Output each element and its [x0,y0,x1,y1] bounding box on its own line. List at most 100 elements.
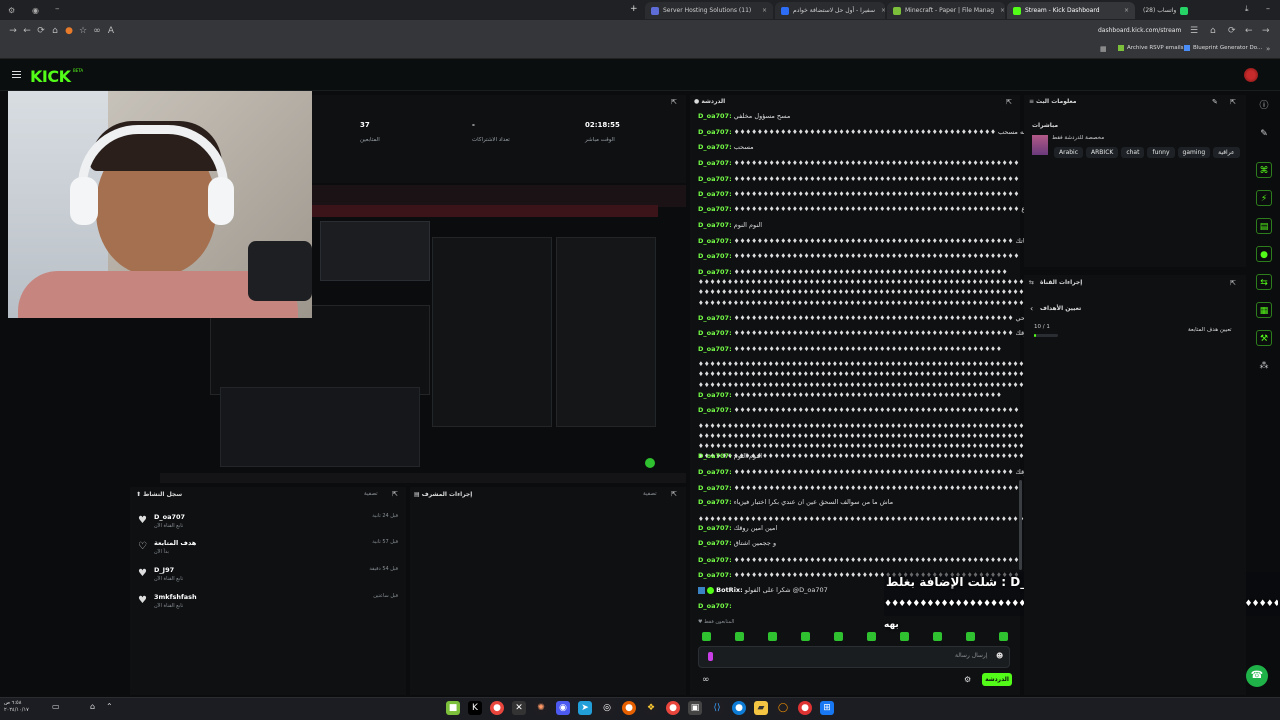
app-icon[interactable]: ✺ [534,701,548,715]
home-icon[interactable]: ⌂ [48,24,62,38]
download-icon[interactable]: ⤓ [1245,4,1249,14]
tag[interactable]: gaming [1177,147,1211,158]
chat-username[interactable]: D_oa707: [698,205,732,213]
emote-icon[interactable] [867,632,876,641]
emote-icon[interactable] [999,632,1008,641]
chat-scrollbar[interactable] [1019,480,1022,570]
app-icon[interactable]: ● [798,701,812,715]
firefox-icon[interactable]: ● [622,701,636,715]
chat-username[interactable]: D_oa707: [698,143,732,151]
chat-username[interactable]: D_oa707: [698,484,732,492]
apps-icon[interactable]: ▦ [1100,45,1107,53]
translate-icon[interactable]: A [104,24,118,38]
star-icon[interactable]: ☆ [76,24,90,38]
document-icon[interactable]: ▤ [1256,218,1272,234]
chat-username[interactable]: D_oa707: [698,128,732,136]
close-icon[interactable]: × [994,7,1005,14]
chat-username[interactable]: D_oa707: [698,468,732,476]
circle-icon[interactable]: ◉ [32,6,39,15]
tag[interactable]: Arabic [1054,147,1084,158]
lightning-icon[interactable]: ⚡ [1256,190,1272,206]
close-icon[interactable]: × [756,7,767,14]
edge-icon[interactable]: ● [732,701,746,715]
popout-icon[interactable]: ⇱ [671,98,677,106]
goal-label[interactable]: تعيين هدف المتابعة [1188,327,1232,333]
capcut-icon[interactable]: ✕ [512,701,526,715]
clip-icon[interactable]: ⌘ [1256,162,1272,178]
store-icon[interactable]: ▣ [688,701,702,715]
close-icon[interactable]: × [1118,7,1129,14]
chat-username[interactable]: D_oa707: [698,452,732,460]
emote-icon[interactable] [735,632,744,641]
chat-username[interactable]: D_oa707: [698,345,732,353]
close-icon[interactable]: × [875,7,885,14]
chat-username[interactable]: D_oa707: [698,221,732,229]
tab-kick-dashboard[interactable]: Stream - Kick Dashboard × [1007,2,1135,19]
settings-icon[interactable]: ⚙ [964,675,971,684]
tools-icon[interactable]: ⚒ [1256,330,1272,346]
menu-icon[interactable] [12,71,21,78]
activity-name[interactable]: هدف المتابعة [154,539,196,547]
folder-icon[interactable]: ▰ [754,701,768,715]
chat-username[interactable]: D_oa707: [698,524,732,532]
chat-username[interactable]: D_oa707: [698,268,732,276]
mod-filter-button[interactable]: تصفية [643,491,657,497]
minimize-icon[interactable]: – [55,4,60,14]
extension-icon[interactable]: ● [62,24,76,38]
tab-minecraft[interactable]: Minecraft - Paper | File Manag × [887,2,1005,19]
emote-icon[interactable] [933,632,942,641]
chrome-icon[interactable]: ● [666,701,680,715]
chat-username[interactable]: D_oa707: [698,175,732,183]
chrome-icon[interactable]: ● [490,701,504,715]
chat-username[interactable]: D_oa707: [698,329,732,337]
kick-logo[interactable]: KICK [30,67,71,86]
extension-icon[interactable]: ∞ [90,24,104,38]
emote-icon[interactable] [801,632,810,641]
chat-username[interactable]: D_oa707: [698,571,732,579]
chat-username[interactable]: D_oa707: [698,406,732,414]
tag[interactable]: عراقية [1213,147,1240,158]
emote-icon[interactable] [900,632,909,641]
activity-filter-button[interactable]: تصفية [364,491,378,497]
bookmark-archive[interactable]: Archive RSVP emails [1118,45,1184,51]
site-settings-icon[interactable]: ☰ [1190,24,1198,38]
popout-icon[interactable]: ⇱ [671,490,677,498]
obs-icon[interactable]: ◎ [600,701,614,715]
windows-start-icon[interactable]: ⊞ [820,701,834,715]
discord-icon[interactable]: ◉ [556,701,570,715]
infinity-icon[interactable]: ∞ [702,675,710,685]
url-text[interactable]: dashboard.kick.com/stream [1098,27,1181,34]
add-widget-icon[interactable]: ⁂ [1256,358,1272,374]
chat-icon[interactable]: ● [1256,246,1272,262]
edit-icon[interactable]: ✎ [1212,98,1218,106]
forward-icon[interactable]: ← [20,24,34,38]
chat-username[interactable]: D_oa707: [698,391,732,399]
telegram-icon[interactable]: ➤ [578,701,592,715]
back-icon[interactable]: → [6,24,20,38]
tab-server-hosting[interactable]: Server Hosting Solutions (11) × [645,2,773,19]
tag[interactable]: funny [1147,147,1175,158]
chat-username[interactable]: D_oa707: [698,556,732,564]
popout-icon[interactable]: ⇱ [1006,98,1012,106]
emoji-icon[interactable]: ☻ [996,652,1003,660]
tab-whatsapp[interactable]: (28) واتساب [1137,2,1237,19]
layout-icon[interactable]: ▦ [1256,302,1272,318]
minecraft-icon[interactable]: ■ [446,701,460,715]
emote-icon[interactable] [768,632,777,641]
bookmark-blueprint[interactable]: Blueprint Generator Do... [1184,45,1262,51]
actions-icon[interactable]: ⇆ [1256,274,1272,290]
chat-username[interactable]: D_oa707: [698,314,732,322]
popout-icon[interactable]: ⇱ [1230,279,1236,287]
chat-username[interactable]: D_oa707: [698,112,732,120]
back-icon[interactable]: → [1262,24,1270,38]
avatar[interactable] [1244,68,1258,82]
activity-name[interactable]: D_oa707 [154,513,185,521]
back-icon[interactable]: ‹ [1030,304,1033,313]
settings-icon[interactable]: ⚙ [8,6,15,15]
info-icon[interactable]: ⓘ [1256,98,1272,114]
kick-app-icon[interactable]: K [468,701,482,715]
emote-icon[interactable] [834,632,843,641]
mic-icon[interactable]: ⌂ [90,702,95,711]
activity-name[interactable]: 3mkfshfash [154,593,197,601]
reload-icon[interactable]: ⟳ [1228,24,1236,38]
